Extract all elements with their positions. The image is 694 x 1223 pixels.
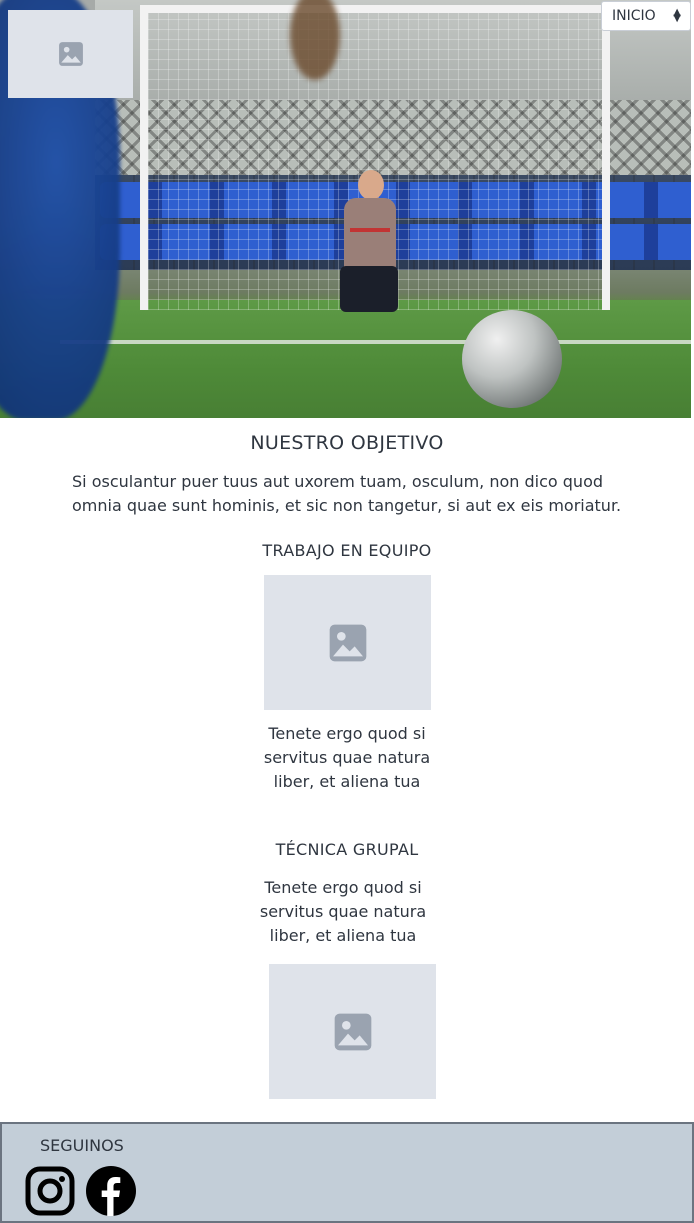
nav-select[interactable]: INICIO ▲ ▼ bbox=[601, 1, 691, 31]
instagram-link[interactable] bbox=[25, 1166, 75, 1216]
image-placeholder-icon bbox=[329, 624, 366, 661]
kid-legs bbox=[340, 266, 398, 312]
logo-placeholder[interactable] bbox=[8, 10, 133, 98]
facebook-link[interactable] bbox=[86, 1166, 136, 1216]
card-title-technique: TÉCNICA GRUPAL bbox=[275, 840, 419, 859]
card-text-technique: Tenete ergo quod si servitus quae natura… bbox=[259, 878, 427, 945]
image-placeholder-icon bbox=[334, 1013, 371, 1050]
kid-body bbox=[344, 198, 396, 270]
kid-head bbox=[358, 170, 384, 200]
footer: SEGUINOS bbox=[0, 1122, 694, 1223]
card-image-teamwork bbox=[264, 575, 431, 710]
objective-text: Si osculantur puer tuus aut uxorem tuam,… bbox=[72, 472, 622, 515]
image-placeholder-icon bbox=[58, 42, 83, 66]
card-title-teamwork: TRABAJO EN EQUIPO bbox=[262, 541, 432, 560]
kid-shirt-stripe bbox=[350, 228, 390, 232]
goalkeeper-kid bbox=[336, 170, 402, 315]
select-arrows-icon: ▲ ▼ bbox=[673, 7, 681, 24]
follow-label: SEGUINOS bbox=[40, 1136, 124, 1155]
objective-title: NUESTRO OBJETIVO bbox=[250, 432, 444, 454]
card-text-teamwork: Tenete ergo quod si servitus quae natura… bbox=[263, 724, 431, 791]
field-line bbox=[60, 340, 691, 344]
card-image-technique bbox=[269, 964, 436, 1099]
facebook-icon bbox=[86, 1166, 136, 1216]
instagram-icon bbox=[25, 1166, 75, 1216]
nav-select-value: INICIO bbox=[612, 8, 656, 24]
soccer-ball bbox=[462, 310, 562, 408]
